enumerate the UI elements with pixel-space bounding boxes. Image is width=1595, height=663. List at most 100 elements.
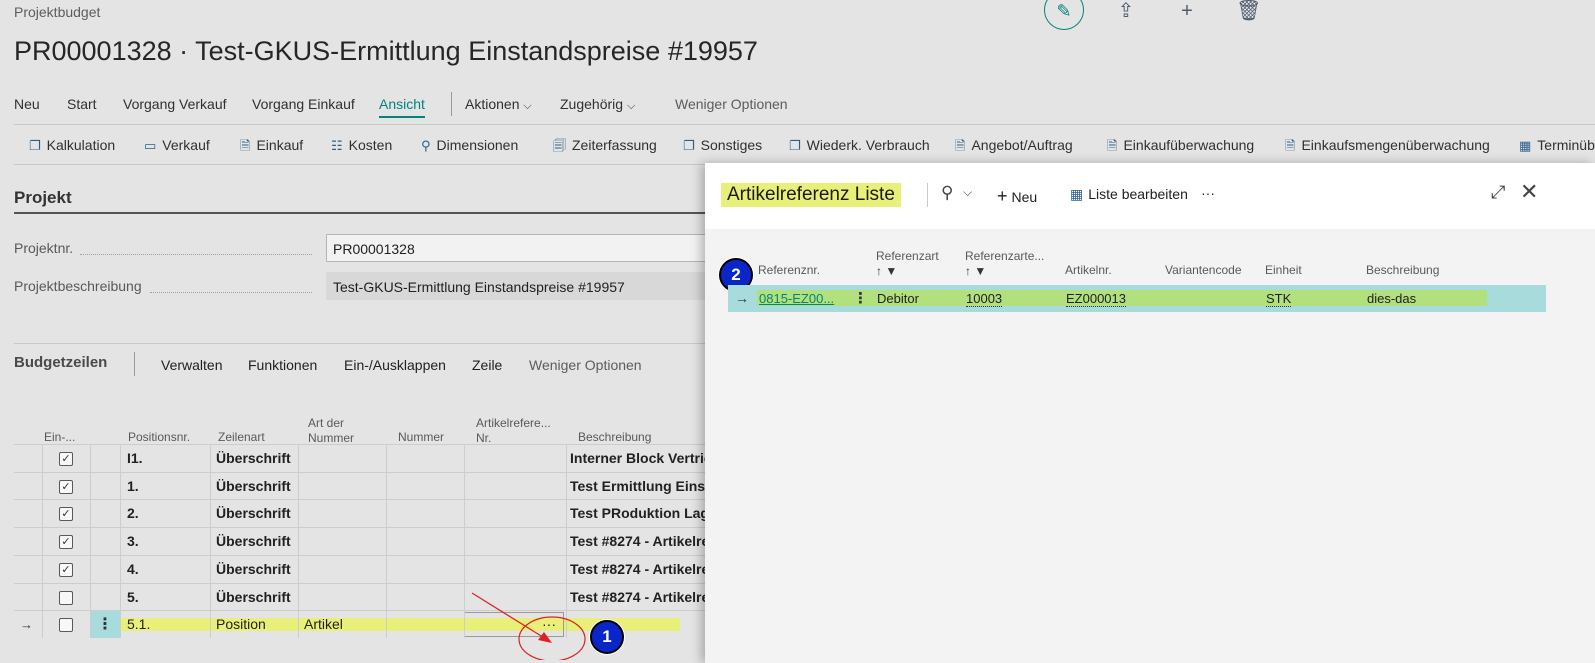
verkauf-icon: ▭ [144,138,157,153]
chevron-down-icon[interactable]: ⌵ [963,185,972,200]
expand-icon[interactable]: ⤢ [1491,182,1505,203]
grid-divider [464,555,465,583]
action-einkaufueberwachung[interactable]: 🗎 Einkaufüberwachung [1107,137,1254,159]
expand-checkbox[interactable]: ✓ [59,562,73,577]
col-header-referenznr[interactable]: Referenznr. [758,263,820,278]
action-sonstiges[interactable]: ❐ Sonstiges [683,137,762,154]
expand-checkbox[interactable]: ✓ [59,452,73,466]
table-row[interactable]: ✓ 4. Überschrift Test #8274 - Artikelre [14,554,714,583]
action-einkaufsmengenueberwachung[interactable]: 🗎 Einkaufsmengenüberwachung [1285,137,1490,159]
row-arrow-icon: → [20,617,33,633]
grid-divider [90,500,91,528]
annotation-arrow [471,592,586,660]
nav-vorgang-einkauf[interactable]: Vorgang Einkauf [252,96,355,112]
cell-zeilenart: Überschrift [216,477,291,494]
einkaufueberwachung-icon: 🗎 [1107,138,1118,153]
table-row[interactable]: ✓ 1. Überschrift Test Ermittlung Einst [14,471,714,500]
share-icon[interactable]: ⇪ [1115,0,1137,22]
table-row[interactable]: ✓ I1. Überschrift Interner Block Vertrie [14,444,714,472]
action-kalkulation[interactable]: ❐ Kalkulation [29,137,115,154]
col-header-nummer[interactable]: Nummer [398,430,444,445]
col-header-referenzart[interactable]: Referenzart ↑ ▼ [876,249,939,279]
col-header-artikelreferenz[interactable]: Artikelrefere... Nr. [476,416,560,446]
einkauf-icon: 🗎 [240,138,251,153]
budget-menu-separator [134,352,135,376]
row-menu-icon[interactable]: ⋮ [853,289,868,307]
new-button[interactable]: + Neu [997,186,1037,207]
budget-menu-weniger-optionen[interactable]: Weniger Optionen [529,357,642,373]
cell-referenzartennr[interactable]: 10003 [966,291,1003,307]
nav-neu[interactable]: Neu [14,96,40,112]
row-menu-cell[interactable]: ⋮ [90,611,120,639]
col-header-einheit[interactable]: Einheit [1265,263,1302,278]
action-dimensionen[interactable]: ⚲ Dimensionen [421,137,518,154]
cell-artikelnr[interactable]: EZ000013 [1066,291,1126,307]
nav-start[interactable]: Start [67,96,97,112]
close-icon[interactable]: ✕ [1520,179,1538,205]
expand-checkbox[interactable] [59,618,73,633]
grid-divider [90,472,91,500]
nav-vorgang-verkauf[interactable]: Vorgang Verkauf [123,96,227,112]
cell-einheit[interactable]: STK [1266,291,1292,307]
action-terminueberwachung[interactable]: ▦ Terminüb [1519,137,1595,154]
action-label: Einkaufüberwachung [1123,137,1255,153]
grid-divider [120,555,121,583]
table-row[interactable]: ✓ 2. Überschrift Test PRoduktion Lage [14,499,714,528]
plus-icon[interactable]: + [1176,0,1198,22]
expand-checkbox[interactable] [59,590,73,605]
grid-divider [90,611,91,639]
col-header-art-der-nummer[interactable]: Art der Nummer [308,416,378,446]
col-header-beschreibung[interactable]: Beschreibung [1366,263,1439,278]
grid-divider [210,528,211,556]
nav-zugehoerig[interactable]: Zugehörig ⌵ [560,96,635,113]
grid-divider [386,472,387,500]
budget-menu-ein-ausklappen[interactable]: Ein-/Ausklappen [344,357,446,373]
nav-aktionen[interactable]: Aktionen ⌵ [465,96,532,113]
more-options-button[interactable]: ··· [1201,185,1215,201]
action-wiederk-verbrauch[interactable]: ❐ Wiederk. Verbrauch [789,137,930,154]
edit-icon[interactable]: ✎ [1044,0,1084,30]
grid-divider [120,611,121,639]
grid-divider [566,528,567,556]
chevron-down-icon: ⌵ [626,100,636,112]
col-header-beschreibung[interactable]: Beschreibung [578,430,651,445]
expand-checkbox[interactable]: ✓ [59,479,73,494]
grid-divider [464,528,465,556]
action-zeiterfassung[interactable]: 🗐 Zeiterfassung [553,137,657,159]
col-header-zeilenart[interactable]: Zeilenart [218,430,265,445]
expand-checkbox[interactable]: ✓ [59,535,73,550]
edit-list-button[interactable]: ▦ Liste bearbeiten [1070,186,1188,203]
action-kosten[interactable]: ☷ Kosten [331,137,392,154]
grid-divider [210,611,211,639]
delete-icon[interactable]: 🗑 [1236,0,1261,22]
field-projektnr[interactable]: PR00001328 [326,234,714,262]
referenzartennr-label: Referenzarte... [965,249,1045,263]
action-angebot-auftrag[interactable]: 🗎 Angebot/Auftrag [955,137,1073,159]
col-header-ein[interactable]: Ein-... [44,430,75,445]
budget-menu-funktionen[interactable]: Funktionen [248,357,317,373]
expand-checkbox[interactable]: ✓ [59,507,73,522]
nav-ansicht[interactable]: Ansicht [379,96,425,118]
grid-divider [566,500,567,528]
table-row[interactable]: ✓ 3. Überschrift Test #8274 - Artikelre [14,527,714,556]
table-row[interactable]: 5. Überschrift Test #8274 - Artikelre [14,582,714,611]
grid-divider [386,528,387,556]
cell-referenznr[interactable]: 0815-EZ00... [759,291,834,306]
section-divider [14,343,714,344]
termin-icon: ▦ [1519,138,1532,153]
grid-divider [464,500,465,528]
col-header-positionsnr[interactable]: Positionsnr. [128,430,190,445]
search-icon[interactable]: ⚲ [941,183,953,203]
section-budgetzeilen-heading[interactable]: Budgetzeilen [14,354,107,371]
new-button-label: Neu [1011,189,1038,205]
col-header-variantencode[interactable]: Variantencode [1165,263,1242,278]
cell-art-der-nummer: Artikel [304,616,343,633]
action-label: Einkauf [256,137,304,153]
col-header-artikelnr[interactable]: Artikelnr. [1065,263,1112,278]
budget-menu-verwalten[interactable]: Verwalten [161,357,222,373]
action-verkauf[interactable]: ▭ Verkauf [144,137,210,154]
action-einkauf[interactable]: 🗎 Einkauf [240,137,303,159]
nav-weniger-optionen[interactable]: Weniger Optionen [675,96,788,112]
budget-menu-zeile[interactable]: Zeile [472,357,502,373]
col-header-referenzartennr[interactable]: Referenzarte... ↑ ▼ [965,249,1044,279]
